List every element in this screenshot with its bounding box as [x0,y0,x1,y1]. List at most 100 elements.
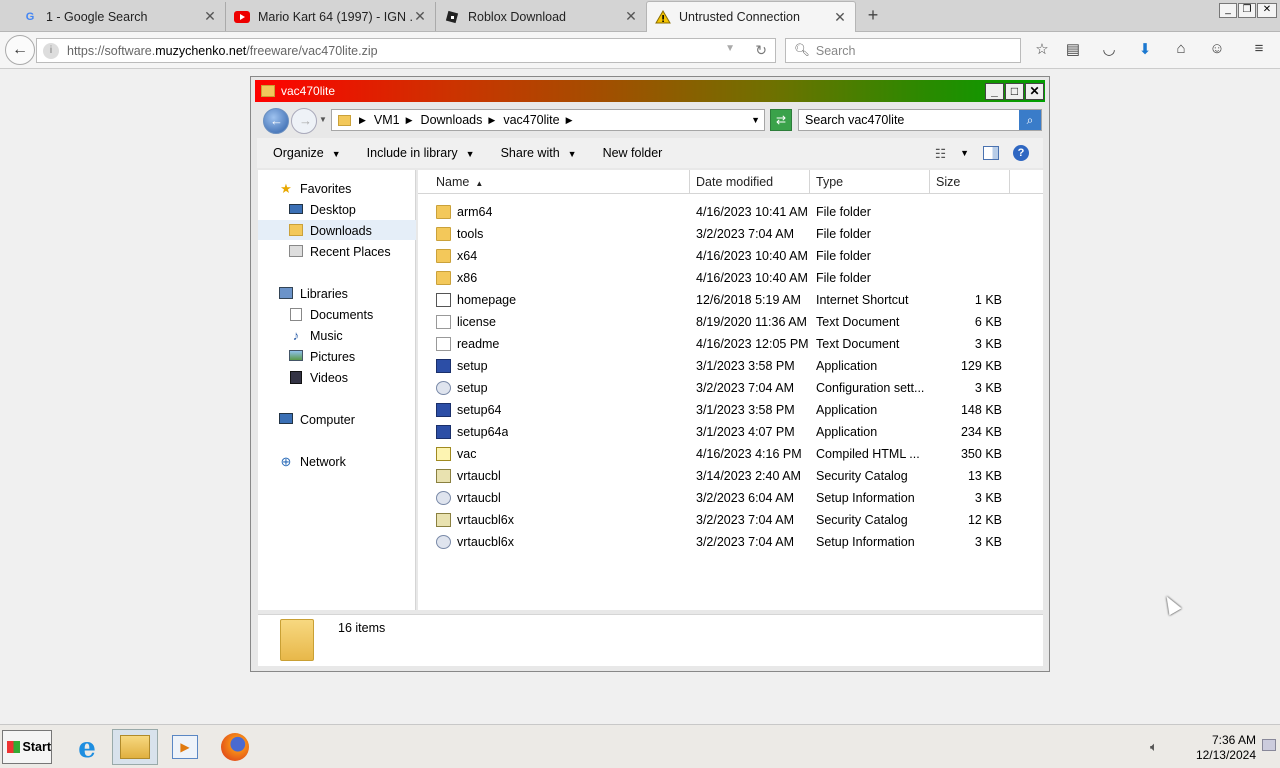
search-icon[interactable]: ⌕ [1019,110,1041,130]
file-row[interactable]: setup 3/2/2023 7:04 AM Configuration sett.… [418,378,1018,400]
start-button[interactable]: Start [2,730,52,764]
close-tab-icon[interactable]: ✕ [624,8,638,25]
recent-pages-icon[interactable]: ▼ [319,115,327,124]
back-button[interactable]: ← [5,35,35,65]
close-tab-icon[interactable]: ✕ [203,8,217,25]
column-label: Type [816,175,844,189]
column-name[interactable]: Name ▲ [430,170,690,194]
breadcrumb-vm1[interactable]: VM1 [374,113,400,127]
file-row[interactable]: setup64 3/1/2023 3:58 PM Application 148 KB [418,400,1018,422]
app-icon [436,359,451,373]
file-row[interactable]: setup 3/1/2023 3:58 PM Application 129 KB [418,356,1018,378]
file-row[interactable]: homepage 12/6/2018 5:19 AM Internet Shortc… [418,290,1018,312]
nav-libraries[interactable]: Libraries [278,284,348,304]
explorer-search-input[interactable]: Search vac470lite ⌕ [798,109,1042,131]
search-placeholder: Search vac470lite [805,113,905,127]
home-icon[interactable]: ⌂ [1170,40,1192,62]
bookmark-star-icon[interactable]: ☆ [1031,40,1053,62]
reading-list-icon[interactable]: ▤ [1062,40,1084,62]
tab-untrusted-connection[interactable]: Untrusted Connection ✕ [646,1,856,32]
file-row[interactable]: vrtaucbl6x 3/2/2023 7:04 AM Security Catal… [418,510,1018,532]
close-tab-icon[interactable]: ✕ [833,9,847,26]
file-row[interactable]: vrtaucbl 3/14/2023 2:40 AM Security Catalo… [418,466,1018,488]
address-dropdown-icon[interactable]: ▼ [751,115,760,125]
file-row[interactable]: readme 4/16/2023 12:05 PM Text Document 3 K… [418,334,1018,356]
taskbar-file-explorer[interactable] [112,729,158,765]
nav-label: Documents [310,308,374,322]
nav-desktop[interactable]: Desktop [288,200,356,220]
explorer-titlebar[interactable]: vac470lite _ □ ✕ [255,80,1045,102]
search-icon: 🔍︎ [794,43,810,57]
help-icon[interactable]: ? [1013,145,1029,161]
pocket-icon[interactable]: ◡ [1098,40,1120,62]
chevron-down-icon[interactable]: ▶ [406,115,413,126]
include-in-library-button[interactable]: Include in library ▼ [367,146,475,160]
taskbar-media-player[interactable]: ▶ [162,729,208,765]
restore-window-button[interactable]: ❐ [1238,3,1256,18]
nav-favorites[interactable]: ★ Favorites [278,179,351,199]
nav-music[interactable]: ♪ Music [288,326,343,346]
chat-icon[interactable]: ☺ [1206,40,1228,62]
nav-videos[interactable]: Videos [288,368,348,388]
file-name: homepage [457,293,517,307]
nav-documents[interactable]: Documents [288,305,373,325]
organize-button[interactable]: Organize ▼ [273,146,341,160]
file-name: license [457,315,496,329]
chevron-down-icon[interactable]: ▶ [566,115,573,126]
preview-pane-icon[interactable] [983,146,999,160]
nav-recent-places[interactable]: Recent Places [288,242,391,262]
url-dropdown-icon[interactable]: ▼ [725,43,735,54]
taskbar-internet-explorer[interactable]: e [64,729,110,765]
close-button[interactable]: ✕ [1025,82,1044,100]
chevron-down-icon[interactable]: ▶ [359,115,366,126]
explorer-forward-button[interactable]: → [291,108,317,134]
taskbar-firefox[interactable] [212,729,258,765]
site-info-icon[interactable]: i [43,42,59,59]
view-options-icon[interactable]: ☷ [935,146,946,161]
breadcrumb[interactable]: ▶ VM1 ▶ Downloads ▶ vac470lite ▶ ▼ [331,109,765,131]
new-tab-button[interactable]: + [862,5,884,27]
column-type[interactable]: Type [810,170,930,194]
file-row[interactable]: vac 4/16/2023 4:16 PM Compiled HTML ... 350… [418,444,1018,466]
file-row[interactable]: license 8/19/2020 11:36 AM Text Document 6 … [418,312,1018,334]
column-size[interactable]: Size [930,170,1010,194]
chevron-down-icon[interactable]: ▶ [488,115,495,126]
column-date-modified[interactable]: Date modified [690,170,810,194]
close-window-button[interactable]: ✕ [1257,3,1277,18]
show-desktop-icon[interactable] [1262,739,1276,751]
nav-network[interactable]: ⊕ Network [278,452,346,472]
file-row[interactable]: x86 4/16/2023 10:40 AM File folder [418,268,1018,290]
breadcrumb-downloads[interactable]: Downloads [421,113,483,127]
share-with-button[interactable]: Share with ▼ [501,146,577,160]
refresh-button[interactable]: ⇄ [770,109,792,131]
tab-google-search[interactable]: G 1 - Google Search ✕ [14,2,226,31]
explorer-back-button[interactable]: ← [263,108,289,134]
file-row[interactable]: x64 4/16/2023 10:40 AM File folder [418,246,1018,268]
minimize-window-button[interactable]: _ [1219,3,1237,18]
tab-roblox-download[interactable]: Roblox Download ✕ [436,2,646,31]
reload-icon[interactable]: ↻ [755,42,767,59]
downloads-icon[interactable]: ⬇ [1134,40,1156,62]
breadcrumb-vac470lite[interactable]: vac470lite [503,113,559,127]
file-row[interactable]: tools 3/2/2023 7:04 AM File folder [418,224,1018,246]
file-row[interactable]: vrtaucbl 3/2/2023 6:04 AM Setup Informatio… [418,488,1018,510]
item-count: 16 items [338,621,386,635]
nav-computer[interactable]: Computer [278,410,355,430]
new-folder-button[interactable]: New folder [603,146,663,160]
speaker-muted-icon[interactable]: 🔈︎ [1150,739,1158,755]
nav-downloads[interactable]: Downloads [288,221,372,241]
minimize-button[interactable]: _ [985,82,1004,100]
maximize-button[interactable]: □ [1005,82,1024,100]
sort-ascending-icon: ▲ [475,179,484,188]
file-row[interactable]: vrtaucbl6x 3/2/2023 7:04 AM Setup Informat… [418,532,1018,554]
file-row[interactable]: setup64a 3/1/2023 4:07 PM Application 234 K… [418,422,1018,444]
nav-pictures[interactable]: Pictures [288,347,355,367]
file-row[interactable]: arm64 4/16/2023 10:41 AM File folder [418,202,1018,224]
chevron-down-icon[interactable]: ▼ [960,148,969,158]
close-tab-icon[interactable]: ✕ [413,8,427,25]
browser-search-input[interactable]: 🔍︎ Search [785,38,1021,63]
tab-mario-kart[interactable]: Mario Kart 64 (1997) - IGN ... ✕ [226,2,436,31]
menu-icon[interactable]: ≡ [1248,40,1270,62]
url-bar[interactable]: i https://software. muzychenko.net/freewa… [36,38,776,63]
system-clock[interactable]: 7:36 AM 12/13/2024 [1184,733,1256,763]
